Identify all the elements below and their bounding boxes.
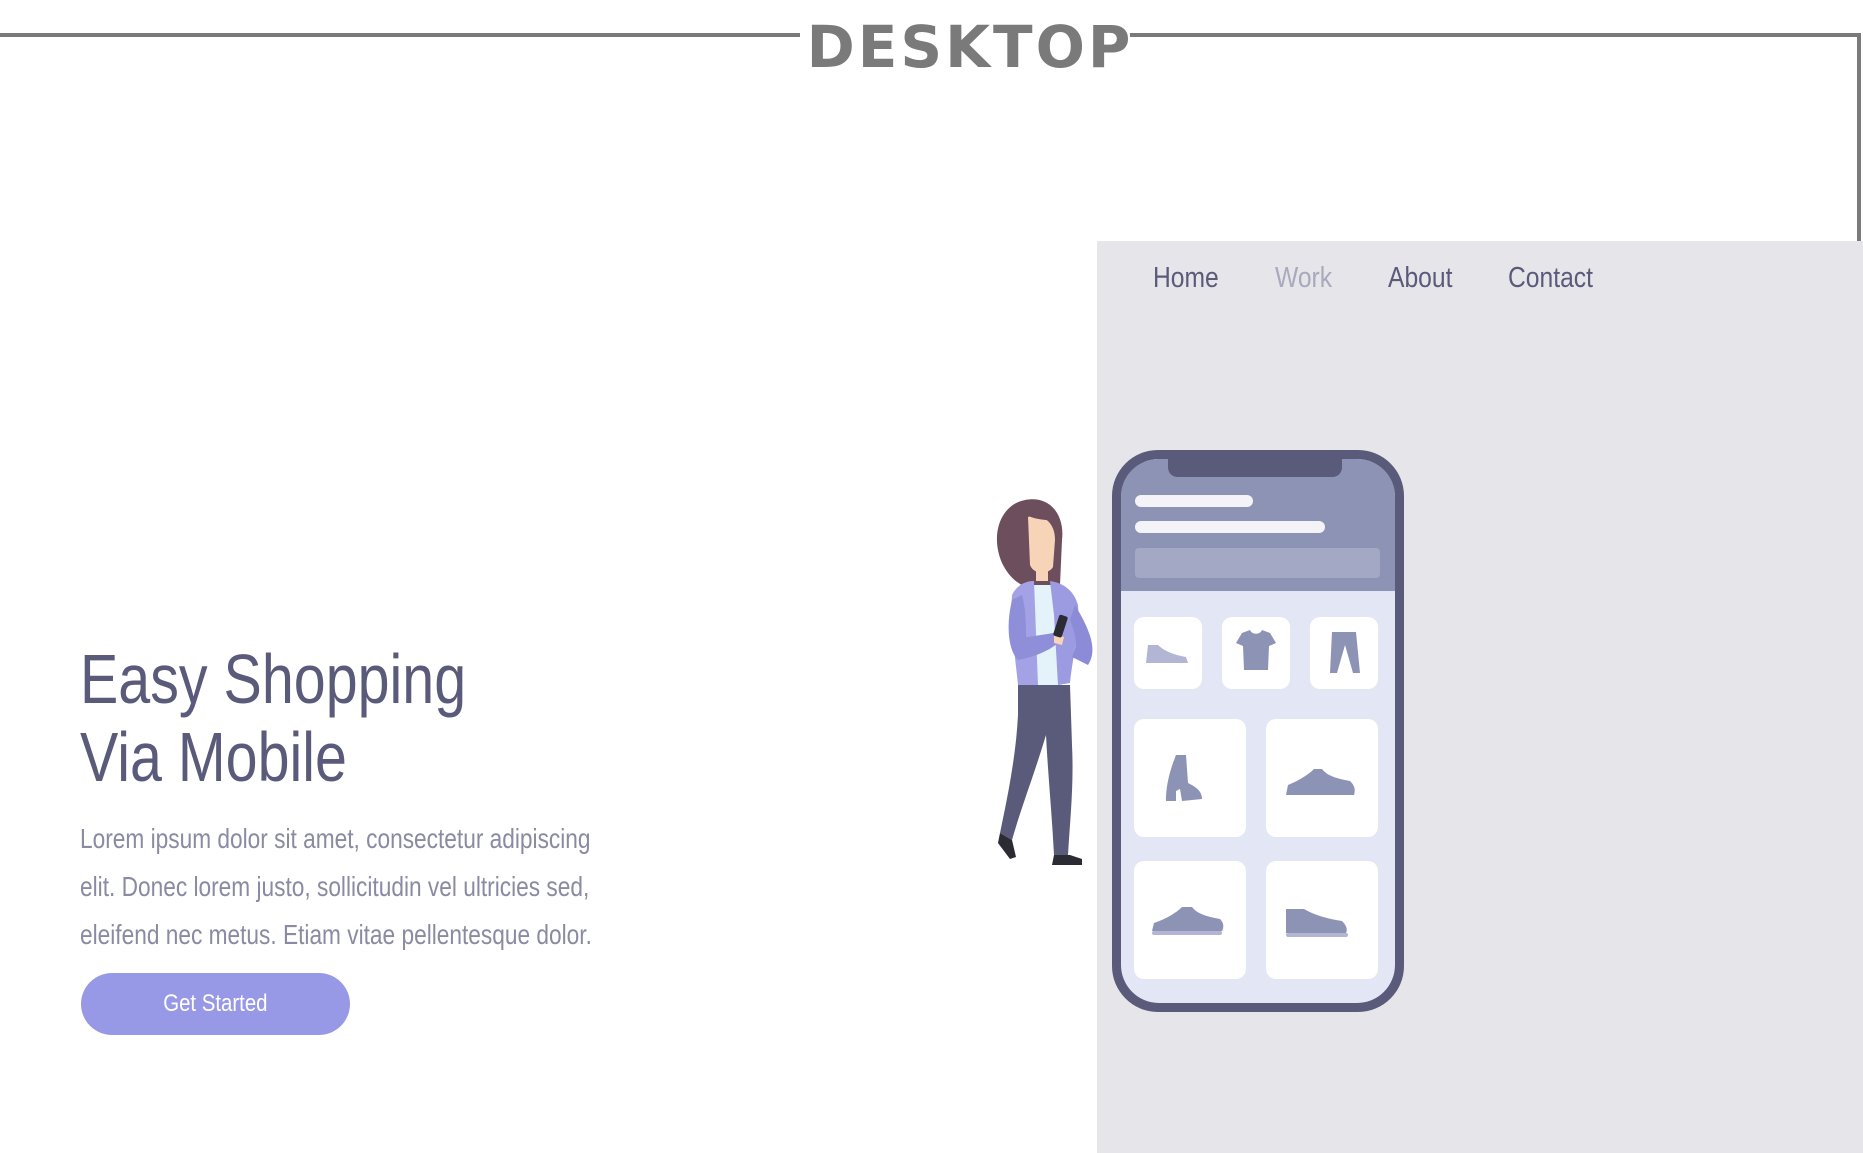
hero-title-line1: Easy Shopping	[80, 640, 467, 718]
nav-item-about[interactable]: About	[1388, 262, 1452, 295]
hero-description: Lorem ipsum dolor sit amet, consectetur …	[80, 823, 592, 950]
frame-label: DESKTOP	[806, 13, 1134, 81]
get-started-label: Get Started	[163, 990, 268, 1017]
get-started-button[interactable]: Get Started	[81, 973, 350, 1035]
nav-item-contact[interactable]: Contact	[1508, 262, 1593, 295]
main-nav: Home Work About Contact	[1153, 262, 1608, 295]
shopping-illustration	[996, 450, 1404, 1012]
frame-line-left	[0, 33, 800, 37]
hero-title: Easy Shopping Via Mobile	[80, 640, 539, 796]
nav-item-home[interactable]: Home	[1153, 262, 1219, 295]
frame-line-right	[1130, 33, 1861, 37]
hero-title-line2: Via Mobile	[80, 718, 347, 796]
phone-mockup	[1112, 450, 1404, 1012]
woman-figure	[996, 499, 1093, 865]
nav-item-work[interactable]: Work	[1275, 262, 1332, 295]
frame-line-vertical	[1857, 33, 1861, 243]
